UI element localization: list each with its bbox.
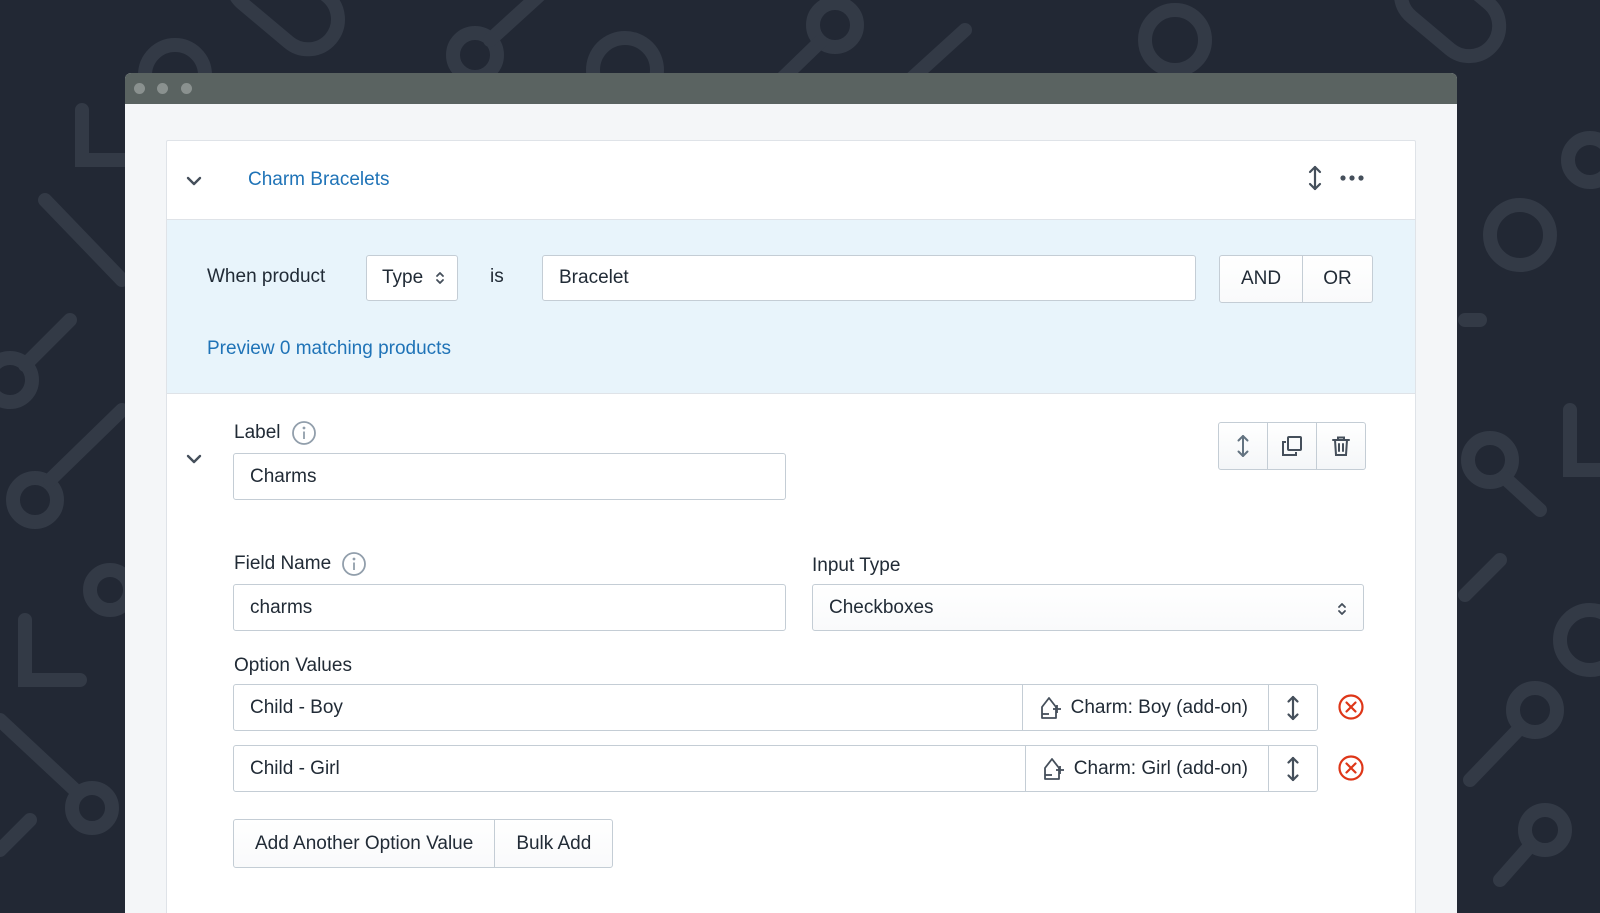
add-product-icon [1043, 757, 1064, 780]
more-horizontal-icon[interactable] [1337, 163, 1367, 193]
group-title[interactable]: Charm Bracelets [248, 169, 390, 191]
and-button[interactable]: AND [1220, 256, 1302, 302]
label-field-label: Label [234, 420, 317, 446]
preview-products-link[interactable]: Preview 0 matching products [207, 338, 451, 360]
option-addon-link[interactable]: Charm: Girl (add-on) [1024, 746, 1268, 791]
reorder-icon[interactable] [1219, 423, 1267, 469]
select-arrows-icon [436, 272, 444, 284]
condition-panel: When product Type is Bracelet AND OR Pre… [167, 220, 1415, 394]
remove-option-icon[interactable] [1337, 754, 1365, 782]
remove-option-icon[interactable] [1337, 693, 1365, 721]
option-value-row: Child - Girl Charm: Girl (add-on) [233, 745, 1318, 792]
condition-operator: is [490, 266, 504, 287]
condition-prefix: When product [207, 266, 326, 287]
condition-field-select[interactable]: Type [366, 255, 458, 301]
option-actions-group: Add Another Option Value Bulk Add [233, 819, 614, 868]
field-name-label: Field Name [234, 551, 367, 577]
app-window: Charm Bracelets When product Type is Bra… [125, 73, 1457, 913]
window-minimize-dot[interactable] [157, 83, 168, 94]
reorder-icon[interactable] [1300, 163, 1330, 193]
logic-button-group: AND OR [1219, 255, 1373, 303]
option-addon-label: Charm: Boy (add-on) [1070, 696, 1248, 718]
duplicate-icon[interactable] [1267, 423, 1316, 469]
field-toolbar [1218, 422, 1366, 470]
reorder-icon[interactable] [1268, 746, 1317, 791]
add-product-icon [1040, 696, 1061, 719]
trash-icon[interactable] [1316, 423, 1365, 469]
add-another-option-button[interactable]: Add Another Option Value [234, 820, 494, 867]
option-value-input[interactable]: Child - Boy [234, 685, 1022, 730]
field-collapse-chevron-icon[interactable] [183, 448, 205, 470]
option-value-row: Child - Boy Charm: Boy (add-on) [233, 684, 1318, 731]
info-icon[interactable] [291, 420, 317, 446]
card-header: Charm Bracelets [167, 141, 1415, 220]
option-values-label: Option Values [234, 655, 352, 676]
label-input[interactable]: Charms [233, 453, 786, 500]
info-icon[interactable] [341, 551, 367, 577]
reorder-icon[interactable] [1268, 685, 1317, 730]
field-name-text: Field Name [234, 553, 332, 574]
option-addon-link[interactable]: Charm: Boy (add-on) [1021, 685, 1268, 730]
condition-value-input[interactable]: Bracelet [542, 255, 1196, 301]
window-close-dot[interactable] [134, 83, 145, 94]
option-value-input[interactable]: Child - Girl [234, 746, 1025, 791]
field-name-input[interactable]: charms [233, 584, 786, 631]
or-button[interactable]: OR [1302, 256, 1372, 302]
chevron-down-icon[interactable] [183, 170, 205, 192]
input-type-value: Checkboxes [829, 596, 934, 618]
input-type-label: Input Type [812, 555, 901, 576]
option-addon-label: Charm: Girl (add-on) [1073, 757, 1248, 779]
bulk-add-button[interactable]: Bulk Add [494, 820, 612, 867]
condition-field-value: Type [382, 267, 424, 288]
field-group-card: Charm Bracelets When product Type is Bra… [166, 140, 1416, 913]
window-maximize-dot[interactable] [181, 83, 192, 94]
window-titlebar [125, 73, 1457, 104]
input-type-select[interactable]: Checkboxes [812, 584, 1364, 631]
select-arrows-icon [1338, 603, 1346, 615]
label-text: Label [234, 422, 281, 443]
